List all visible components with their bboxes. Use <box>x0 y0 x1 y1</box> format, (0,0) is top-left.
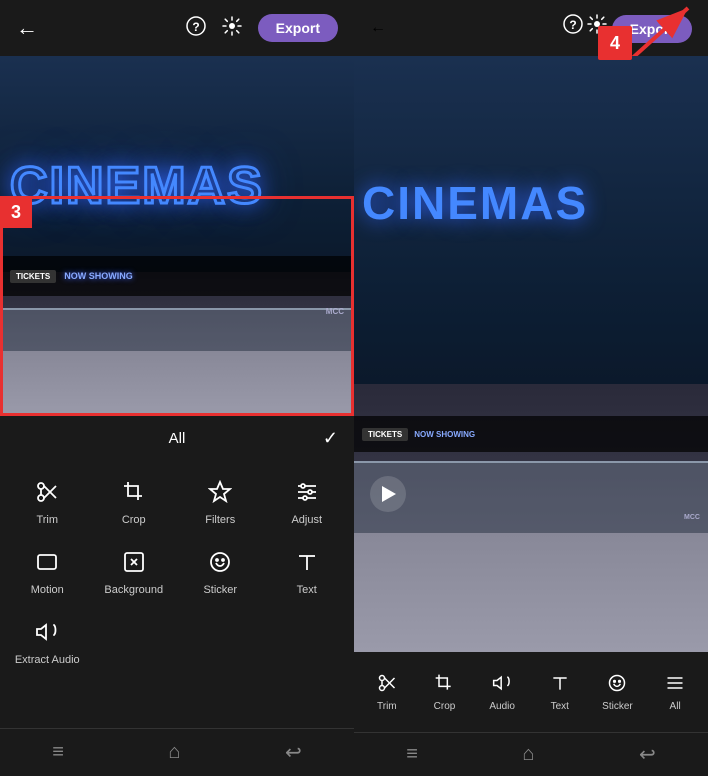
crop-icon <box>122 480 146 508</box>
right-tool-trim[interactable]: Trim <box>365 673 409 712</box>
left-bottom-nav: ≡ ⌂ ↩ <box>0 728 354 776</box>
tool-motion[interactable]: Motion <box>4 538 91 608</box>
now-showing: NOW SHOWING <box>64 271 133 281</box>
left-tools-section: All ✓ Trim <box>0 416 354 728</box>
background-label: Background <box>104 584 163 596</box>
right-nav-menu[interactable]: ≡ <box>406 743 418 766</box>
tool-filters[interactable]: Filters <box>177 468 264 538</box>
motion-label: Motion <box>31 584 64 596</box>
left-nav-home[interactable]: ⌂ <box>168 741 180 764</box>
right-trim-icon <box>377 673 397 698</box>
tools-header-title: All <box>169 430 186 447</box>
right-sticker-icon <box>607 673 627 698</box>
left-video-preview: CINEMAS TICKETS NOW SHOWING MCC 3 <box>0 56 354 416</box>
text-icon <box>295 550 319 578</box>
right-header: ← ? Export 4 <box>354 0 708 56</box>
right-tool-audio[interactable]: Audio <box>480 673 524 712</box>
svg-text:?: ? <box>192 20 199 34</box>
left-nav-back[interactable]: ↩ <box>285 740 302 765</box>
trim-label: Trim <box>36 514 58 526</box>
tool-adjust[interactable]: Adjust <box>264 468 351 538</box>
right-sticker-label: Sticker <box>602 701 633 712</box>
play-button[interactable] <box>370 476 406 512</box>
left-export-button[interactable]: Export <box>258 14 338 42</box>
left-help-icon[interactable]: ? <box>186 16 206 41</box>
left-cinema-bg: CINEMAS TICKETS NOW SHOWING MCC <box>0 56 354 416</box>
right-bottom-nav: ≡ ⌂ ↩ <box>354 732 708 776</box>
right-filters-icon <box>665 673 685 698</box>
right-text-icon <box>550 673 570 698</box>
tool-sticker[interactable]: Sticker <box>177 538 264 608</box>
right-tool-crop[interactable]: Crop <box>422 673 466 712</box>
sticker-icon <box>208 550 232 578</box>
tools-header: All ✓ <box>0 416 354 460</box>
background-icon <box>122 550 146 578</box>
adjust-label: Adjust <box>291 514 322 526</box>
extract-audio-label: Extract Audio <box>15 654 80 666</box>
right-panel: ← ? Export 4 <box>354 0 708 776</box>
tool-trim[interactable]: Trim <box>4 468 91 538</box>
tool-crop[interactable]: Crop <box>91 468 178 538</box>
right-nav-back[interactable]: ↩ <box>639 742 656 767</box>
text-label: Text <box>297 584 317 596</box>
filters-icon <box>208 480 232 508</box>
right-cinemas-text: CINEMAS <box>362 176 588 230</box>
play-triangle <box>382 486 396 502</box>
right-mcc-sign: MCC <box>684 514 700 521</box>
step4-number: 4 <box>598 26 632 60</box>
tools-check-icon[interactable]: ✓ <box>323 428 338 449</box>
play-circle[interactable] <box>370 476 406 512</box>
left-settings-icon[interactable] <box>222 16 242 41</box>
right-crop-icon <box>434 673 454 698</box>
left-header: ← ? Export <box>0 0 354 56</box>
right-tickets-sign: TICKETS <box>362 428 408 441</box>
adjust-icon <box>295 480 319 508</box>
right-audio-icon <box>492 673 512 698</box>
left-cinemas-text: CINEMAS <box>10 156 264 216</box>
right-audio-label: Audio <box>489 701 515 712</box>
right-tool-text[interactable]: Text <box>538 673 582 712</box>
left-panel: ← ? Export <box>0 0 354 776</box>
right-tickets-bar: TICKETS NOW SHOWING <box>354 416 708 452</box>
right-text-label: Text <box>551 701 569 712</box>
right-filters-label: All <box>670 701 681 712</box>
filters-label: Filters <box>205 514 235 526</box>
tools-grid: Trim Crop Filters <box>0 460 354 686</box>
right-video-preview: CINEMAS TICKETS NOW SHOWING MCC <box>354 56 708 652</box>
tool-text[interactable]: Text <box>264 538 351 608</box>
right-nav-home[interactable]: ⌂ <box>522 743 534 766</box>
tool-background[interactable]: Background <box>91 538 178 608</box>
right-tools-row: Trim Crop Audio <box>354 652 708 732</box>
right-back-button[interactable]: ← <box>370 19 386 37</box>
right-crop-label: Crop <box>434 701 456 712</box>
right-trim-label: Trim <box>377 701 397 712</box>
right-tool-filters[interactable]: All <box>653 673 697 712</box>
extract-audio-icon <box>35 620 59 648</box>
sticker-label: Sticker <box>203 584 237 596</box>
tickets-sign: TICKETS <box>10 270 56 283</box>
trim-icon <box>35 480 59 508</box>
right-toolbar: Trim Crop Audio <box>354 652 708 732</box>
left-tickets-bar: TICKETS NOW SHOWING <box>0 256 354 296</box>
motion-icon <box>35 550 59 578</box>
mcc-sign: MCC <box>326 307 344 316</box>
left-back-button[interactable]: ← <box>16 15 38 41</box>
crop-label: Crop <box>122 514 146 526</box>
right-now-showing: NOW SHOWING <box>414 430 475 439</box>
tool-extract-audio[interactable]: Extract Audio <box>4 608 91 678</box>
left-nav-menu[interactable]: ≡ <box>52 741 64 764</box>
left-header-right: ? Export <box>186 14 338 42</box>
right-tool-sticker[interactable]: Sticker <box>595 673 639 712</box>
